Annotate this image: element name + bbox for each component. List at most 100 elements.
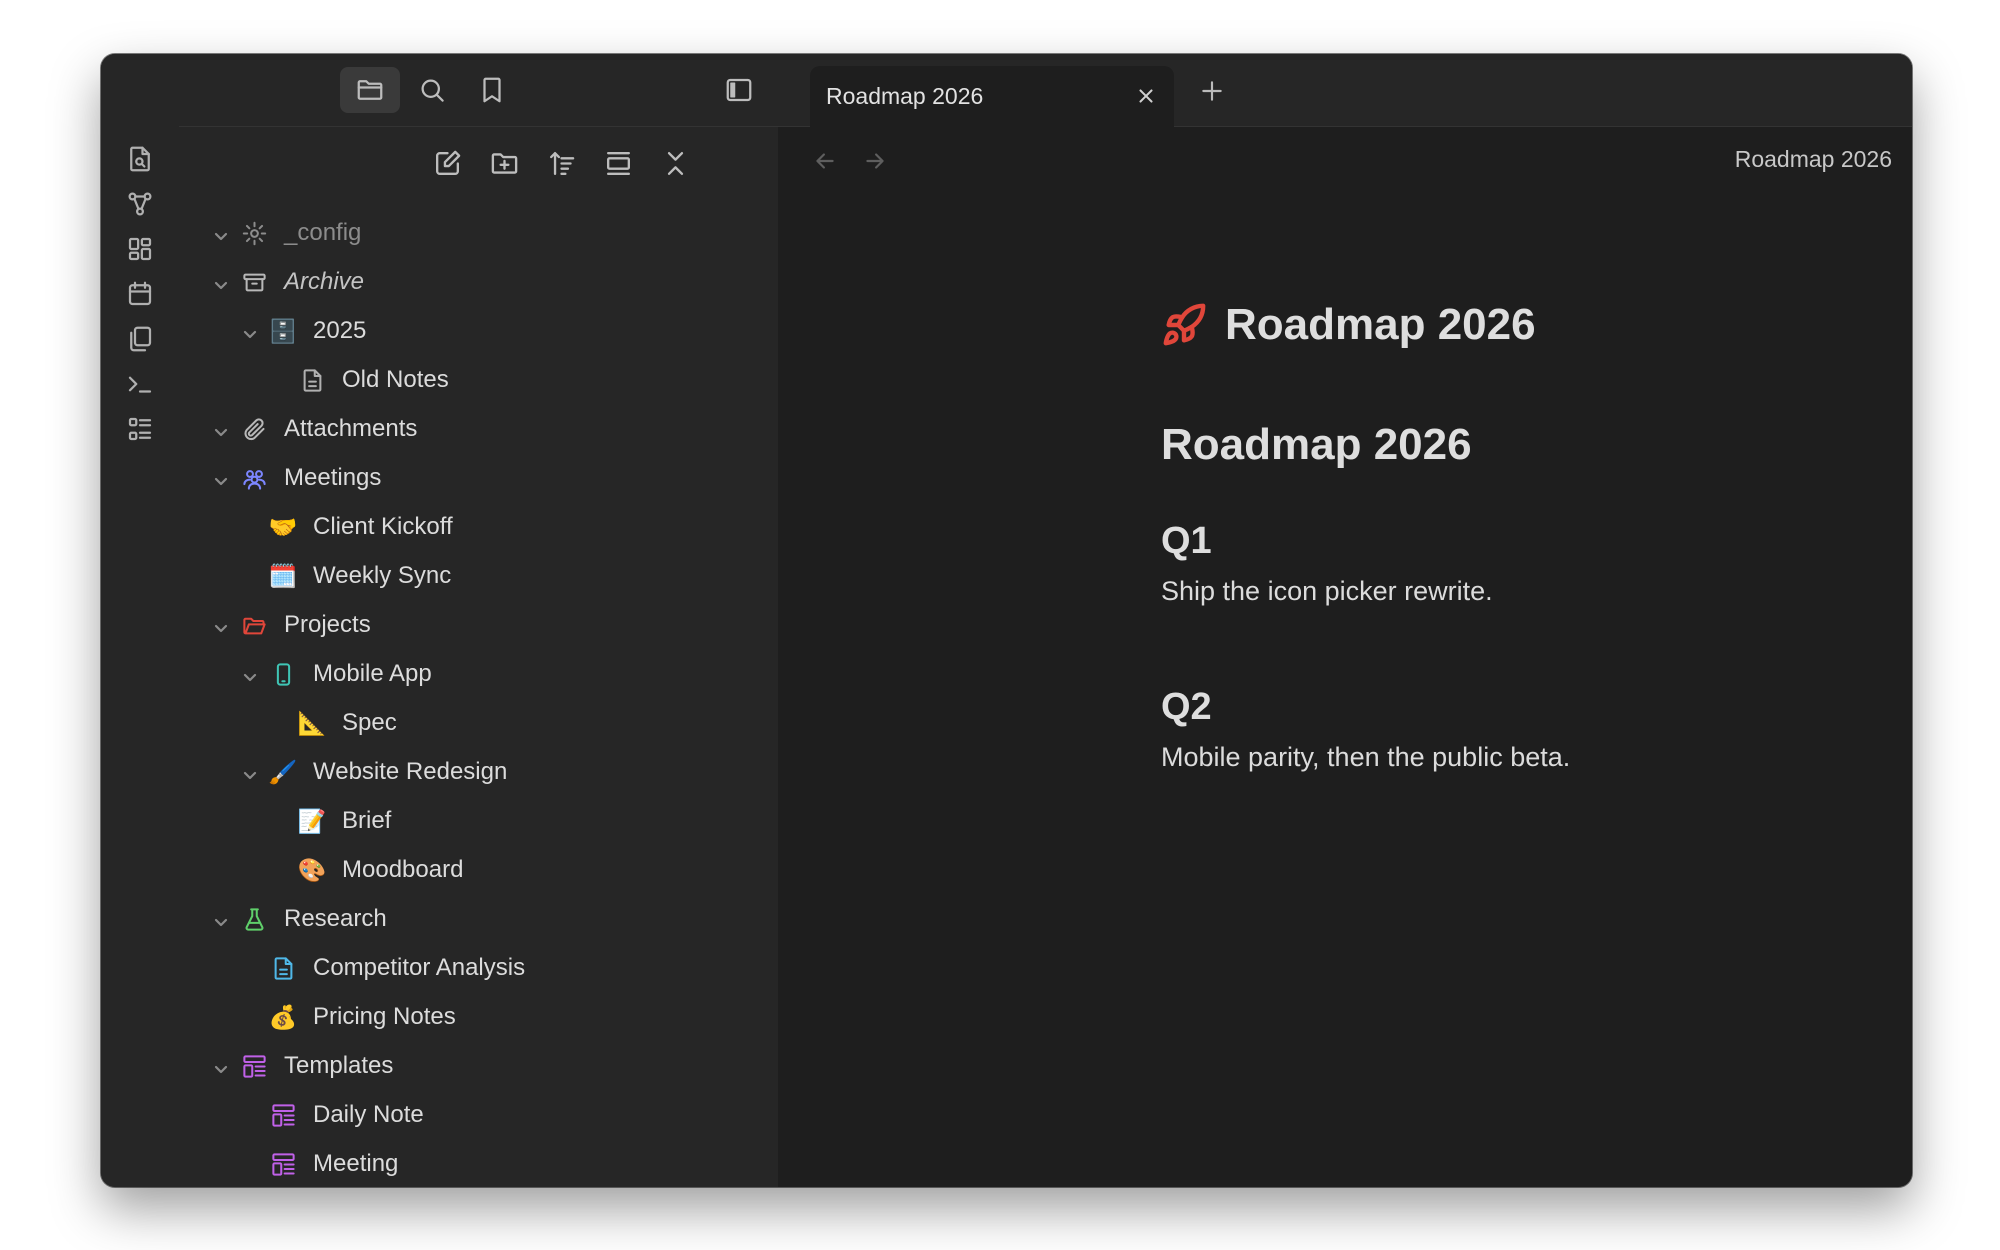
collapse-all-button[interactable]: [654, 142, 696, 184]
document-icon: [268, 953, 298, 983]
tree-item-research[interactable]: Research: [179, 897, 769, 941]
outline-list-icon[interactable]: [123, 412, 157, 446]
tree-item-pricing-notes[interactable]: 💰 Pricing Notes: [179, 995, 769, 1039]
tree-item-label: Mobile App: [313, 660, 432, 687]
tree-item-moodboard[interactable]: 🎨 Moodboard: [179, 848, 769, 892]
template-icon: [268, 1149, 298, 1179]
auto-reveal-button[interactable]: [597, 142, 639, 184]
arrow-left-icon: [812, 148, 838, 174]
tree-item-weekly-sync[interactable]: 🗓️ Weekly Sync: [179, 554, 769, 598]
chevron-down-icon[interactable]: [212, 420, 230, 438]
new-tab-button[interactable]: [1195, 74, 1229, 108]
tree-item-meeting[interactable]: Meeting: [179, 1142, 769, 1186]
calendar-emoji: 🗓️: [268, 562, 298, 589]
chevron-down-icon[interactable]: [212, 1057, 230, 1075]
tree-item-label: Moodboard: [342, 856, 464, 883]
tree-item-label: _config: [284, 219, 362, 246]
tree-item-label: Old Notes: [342, 366, 449, 393]
chevron-down-icon[interactable]: [212, 273, 230, 291]
tree-item-label: Spec: [342, 709, 397, 736]
section-heading-q2: Q2: [1161, 686, 1212, 728]
terminal-icon[interactable]: [123, 367, 157, 401]
arrow-right-icon: [862, 148, 888, 174]
close-icon[interactable]: [1132, 82, 1160, 110]
plus-icon: [1199, 78, 1225, 104]
tree-item-spec[interactable]: 📐 Spec: [179, 701, 769, 745]
chevron-down-icon[interactable]: [212, 910, 230, 928]
file-sidebar: _config Archive 🗄️ 2025 Old Notes Attach…: [179, 54, 779, 1187]
chevron-down-icon[interactable]: [212, 616, 230, 634]
people-icon: [239, 463, 269, 493]
flask-icon: [239, 904, 269, 934]
bookmarks-tab[interactable]: [469, 67, 515, 113]
folder-plus-icon: [489, 148, 520, 179]
files-tab[interactable]: [340, 67, 400, 113]
document-icon: [297, 365, 327, 395]
collapse-icon: [660, 148, 691, 179]
rocket-icon[interactable]: [1161, 302, 1207, 348]
template-icon: [239, 1051, 269, 1081]
tree-item-label: Brief: [342, 807, 392, 834]
tree-item-label: Competitor Analysis: [313, 954, 526, 981]
template-icon: [268, 1100, 298, 1130]
chevron-down-icon[interactable]: [212, 469, 230, 487]
tree-item-label: Research: [284, 905, 387, 932]
chevron-down-icon[interactable]: [241, 763, 259, 781]
tree-item-old-notes[interactable]: Old Notes: [179, 358, 769, 402]
memo-emoji: 📝: [297, 807, 327, 834]
tree-item-competitor-analysis[interactable]: Competitor Analysis: [179, 946, 769, 990]
tree-item-attachments[interactable]: Attachments: [179, 407, 769, 451]
app-window: _config Archive 🗄️ 2025 Old Notes Attach…: [101, 54, 1912, 1187]
tree-item-website-redesign[interactable]: 🖌️ Website Redesign: [179, 750, 769, 794]
tree-item-daily-note[interactable]: Daily Note: [179, 1093, 769, 1137]
heading-1: Roadmap 2026: [1161, 420, 1472, 469]
tree-item-projects[interactable]: Projects: [179, 603, 769, 647]
section-heading-q1: Q1: [1161, 520, 1212, 562]
section-text-q1: Ship the icon picker rewrite.: [1161, 576, 1493, 606]
folder-icon: [355, 75, 385, 105]
search-tab[interactable]: [409, 67, 455, 113]
sort-button[interactable]: [540, 142, 582, 184]
calendar-icon[interactable]: [123, 277, 157, 311]
bookmark-icon: [477, 75, 507, 105]
new-folder-button[interactable]: [483, 142, 525, 184]
sidebar-tab-bar: [179, 54, 778, 127]
tree-item-meetings[interactable]: Meetings: [179, 456, 769, 500]
graph-icon[interactable]: [123, 187, 157, 221]
tree-item-mobile-app[interactable]: Mobile App: [179, 652, 769, 696]
tree-item-brief[interactable]: 📝 Brief: [179, 799, 769, 843]
file-cabinet-emoji: 🗄️: [268, 317, 298, 344]
archive-box-icon: [239, 267, 269, 297]
tab-title: Roadmap 2026: [826, 83, 984, 109]
tree-item-label: Client Kickoff: [313, 513, 453, 540]
reveal-icon: [603, 148, 634, 179]
note-title[interactable]: Roadmap 2026: [1225, 300, 1536, 350]
tree-item-label: Projects: [284, 611, 371, 638]
tab-roadmap-2026[interactable]: Roadmap 2026: [810, 66, 1174, 127]
tree-item-label: Daily Note: [313, 1101, 424, 1128]
tree-item-label: Website Redesign: [313, 758, 508, 785]
tree-item-client-kickoff[interactable]: 🤝 Client Kickoff: [179, 505, 769, 549]
chevron-down-icon[interactable]: [241, 665, 259, 683]
file-search-icon[interactable]: [123, 142, 157, 176]
forward-button[interactable]: [858, 144, 892, 178]
layout-grid-icon[interactable]: [123, 232, 157, 266]
tree-item-archive[interactable]: Archive: [179, 260, 769, 304]
view-header-title[interactable]: Roadmap 2026: [1735, 146, 1892, 173]
copy-icon[interactable]: [123, 322, 157, 356]
tree-item-label: Archive: [284, 268, 365, 295]
chevron-down-icon[interactable]: [241, 322, 259, 340]
chevron-down-icon[interactable]: [212, 224, 230, 242]
toggle-sidebar-button[interactable]: [716, 67, 762, 113]
tree-item-config[interactable]: _config: [179, 211, 769, 255]
tree-item-label: Pricing Notes: [313, 1003, 456, 1030]
sort-icon: [546, 148, 577, 179]
note-title-row: Roadmap 2026: [1161, 300, 1536, 350]
tree-item-2025[interactable]: 🗄️ 2025: [179, 309, 769, 353]
paperclip-icon: [239, 414, 269, 444]
handshake-emoji: 🤝: [268, 513, 298, 540]
tree-item-templates[interactable]: Templates: [179, 1044, 769, 1088]
back-button[interactable]: [808, 144, 842, 178]
new-note-button[interactable]: [426, 142, 468, 184]
tree-item-label: Attachments: [284, 415, 418, 442]
